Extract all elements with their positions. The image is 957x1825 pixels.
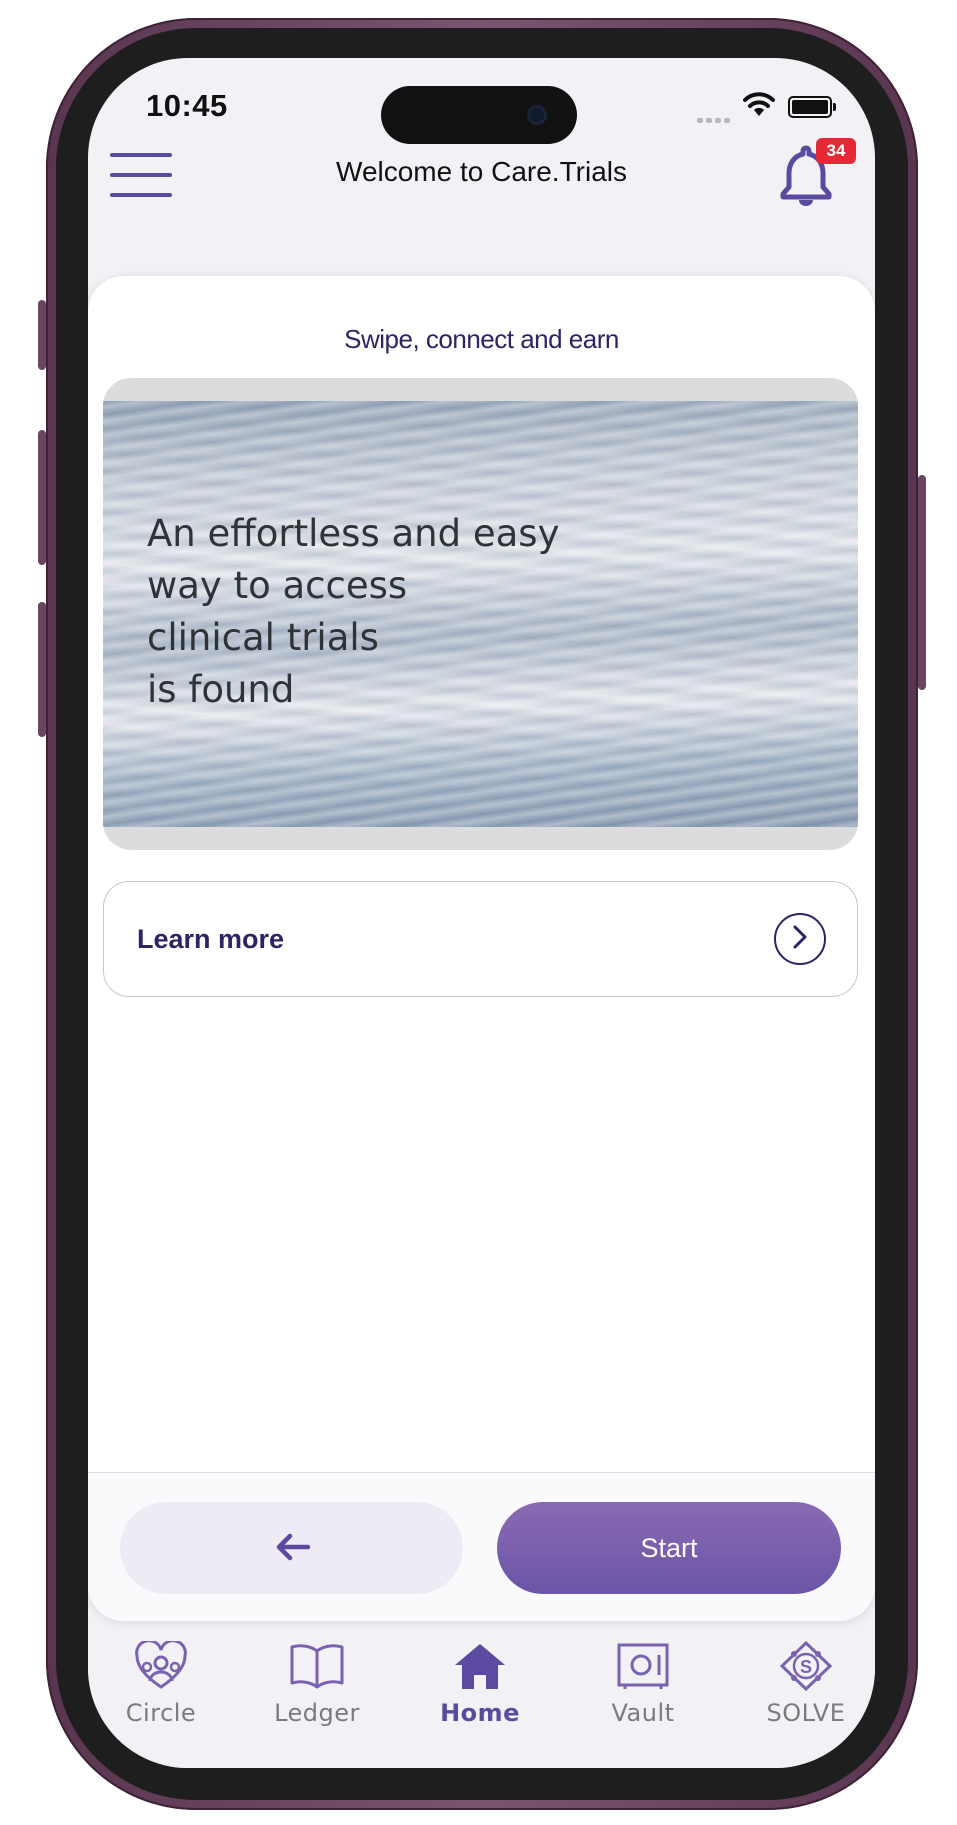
hero-text-line: An effortless and easy [147, 512, 560, 555]
chevron-right-circle-icon [774, 913, 826, 965]
learn-more-label: Learn more [137, 924, 285, 954]
tab-solve[interactable]: S SOLVE [736, 1631, 875, 1768]
tab-label: Vault [611, 1699, 675, 1727]
back-button[interactable] [120, 1502, 463, 1594]
tab-label: Ledger [274, 1699, 360, 1727]
card-title: Swipe, connect and earn [344, 324, 619, 354]
mute-switch [38, 300, 46, 370]
power-button [918, 475, 926, 690]
hero-text: An effortless and easy way to access cli… [147, 508, 617, 716]
screen: 10:45 Welcome to Care.Trials 34 Swipe, c… [88, 58, 875, 1768]
tab-circle[interactable]: Circle [91, 1631, 231, 1768]
circle-people-icon [135, 1641, 187, 1689]
volume-up-button [38, 430, 46, 565]
solve-icon: S [779, 1641, 833, 1691]
app-header: Welcome to Care.Trials 34 [88, 58, 875, 243]
content-card: Swipe, connect and earn An effortless an… [88, 276, 875, 1621]
page-title: Welcome to Care.Trials [336, 156, 627, 187]
arrow-left-icon [276, 1533, 311, 1561]
card-footer: Start [88, 1472, 875, 1621]
tab-label: Circle [125, 1699, 197, 1727]
learn-more-button[interactable]: Learn more [103, 881, 858, 997]
volume-down-button [38, 602, 46, 737]
bottom-tab-bar: Circle Ledger Home Vault S SOLVE [88, 1631, 875, 1768]
hero-text-line: clinical trials [147, 616, 379, 659]
tab-label: SOLVE [766, 1699, 846, 1727]
hero-text-line: way to access [147, 564, 408, 607]
tab-home[interactable]: Home [410, 1631, 550, 1768]
hero-carousel-slide[interactable]: An effortless and easy way to access cli… [103, 378, 858, 850]
tab-vault[interactable]: Vault [573, 1631, 713, 1768]
hero-text-line: is found [147, 668, 295, 711]
start-button[interactable]: Start [497, 1502, 841, 1594]
notification-badge: 34 [816, 138, 856, 164]
vault-icon [617, 1643, 669, 1689]
tab-label: Home [440, 1699, 520, 1727]
book-icon [290, 1644, 344, 1689]
svg-text:S: S [800, 1657, 812, 1677]
home-icon [455, 1644, 505, 1689]
tab-ledger[interactable]: Ledger [247, 1631, 387, 1768]
